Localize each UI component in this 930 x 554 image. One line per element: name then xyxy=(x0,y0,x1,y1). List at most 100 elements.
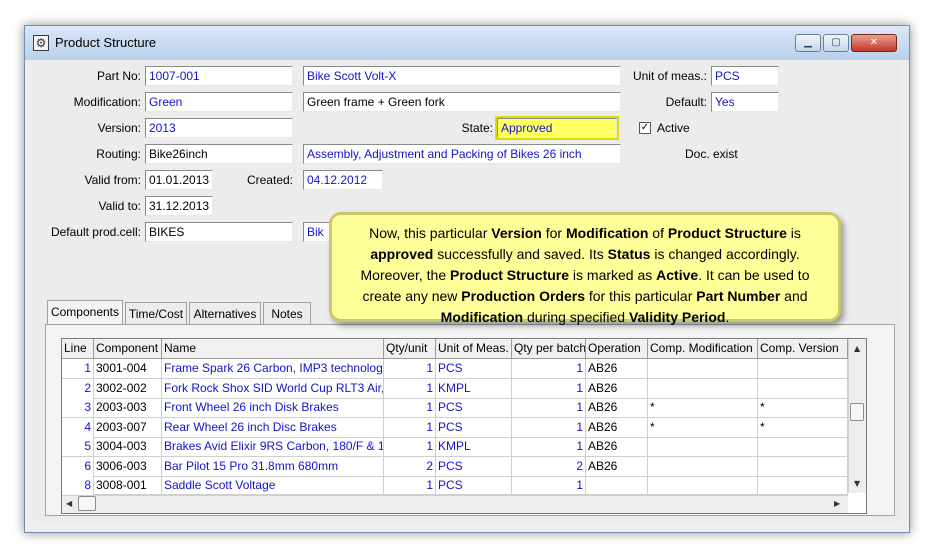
minimize-button[interactable]: ▁ xyxy=(795,34,821,52)
scroll-down-icon[interactable]: ▼ xyxy=(854,479,860,488)
components-grid[interactable]: ▲ ▼ ◀ ▶ Line Component Name Qty/unit Unit of… xyxy=(61,338,867,514)
cell-component[interactable]: 3004-003 xyxy=(94,437,162,457)
cell-line[interactable]: 2 xyxy=(62,378,94,399)
cell-unit[interactable]: KMPL xyxy=(436,378,512,399)
cell-comp-version[interactable] xyxy=(758,378,848,399)
cell-name[interactable]: Brakes Avid Elixir 9RS Carbon, 180/F & 1… xyxy=(162,437,384,457)
cell-qty-unit[interactable]: 1 xyxy=(384,417,436,438)
cell-line[interactable]: 4 xyxy=(62,417,94,438)
cell-comp-version[interactable] xyxy=(758,437,848,457)
cell-operation[interactable]: AB26 xyxy=(586,417,648,438)
cell-line[interactable]: 3 xyxy=(62,398,94,418)
cell-line[interactable]: 6 xyxy=(62,456,94,477)
cell-comp-modification[interactable] xyxy=(648,476,758,496)
maximize-button[interactable]: ▢ xyxy=(823,34,849,52)
routing-field[interactable]: Bike26inch xyxy=(145,144,293,164)
cell-unit[interactable]: PCS xyxy=(436,476,512,496)
cell-qty-batch[interactable]: 1 xyxy=(512,476,586,496)
cell-operation[interactable] xyxy=(586,476,648,496)
cell-component[interactable]: 3008-001 xyxy=(94,476,162,496)
cell-unit[interactable]: PCS xyxy=(436,456,512,477)
cell-qty-batch[interactable]: 1 xyxy=(512,378,586,399)
cell-qty-unit[interactable]: 1 xyxy=(384,359,436,379)
cell-line[interactable]: 1 xyxy=(62,359,94,379)
cell-qty-batch[interactable]: 1 xyxy=(512,437,586,457)
cell-comp-version[interactable] xyxy=(758,476,848,496)
cell-name[interactable]: Rear Wheel 26 inch Disc Brakes xyxy=(162,417,384,438)
cell-qty-unit[interactable]: 2 xyxy=(384,456,436,477)
column-header-operation[interactable]: Operation xyxy=(586,339,648,359)
cell-comp-modification[interactable] xyxy=(648,437,758,457)
column-header-unit[interactable]: Unit of Meas. xyxy=(436,339,512,359)
cell-name[interactable]: Front Wheel 26 inch Disk Brakes xyxy=(162,398,384,418)
cell-qty-batch[interactable]: 1 xyxy=(512,359,586,379)
cell-unit[interactable]: PCS xyxy=(436,359,512,379)
column-header-qty-unit[interactable]: Qty/unit xyxy=(384,339,436,359)
vertical-scroll-thumb[interactable] xyxy=(850,403,864,421)
cell-component[interactable]: 3002-002 xyxy=(94,378,162,399)
tab-alternatives[interactable]: Alternatives xyxy=(189,302,261,324)
column-header-line[interactable]: Line xyxy=(62,339,94,359)
cell-comp-version[interactable]: * xyxy=(758,398,848,418)
routing-description-field[interactable]: Assembly, Adjustment and Packing of Bike… xyxy=(303,144,621,164)
cell-operation[interactable]: AB26 xyxy=(586,359,648,379)
cell-name[interactable]: Bar Pilot 15 Pro 31.8mm 680mm xyxy=(162,456,384,477)
tab-components[interactable]: Components xyxy=(47,300,123,325)
valid-to-field[interactable]: 31.12.2013 xyxy=(145,196,213,216)
close-button[interactable]: ✕ xyxy=(851,34,897,52)
cell-comp-modification[interactable] xyxy=(648,378,758,399)
cell-comp-modification[interactable]: * xyxy=(648,417,758,438)
cell-component[interactable]: 3001-004 xyxy=(94,359,162,379)
cell-comp-version[interactable] xyxy=(758,359,848,379)
cell-line[interactable]: 8 xyxy=(62,476,94,496)
state-field[interactable]: Approved xyxy=(495,116,619,140)
unit-field[interactable]: PCS xyxy=(711,66,779,86)
cell-comp-version[interactable] xyxy=(758,456,848,477)
column-header-comp-modification[interactable]: Comp. Modification xyxy=(648,339,758,359)
horizontal-scroll-thumb[interactable] xyxy=(78,496,96,511)
part-description-field[interactable]: Bike Scott Volt-X xyxy=(303,66,621,86)
active-checkbox[interactable]: ✓ xyxy=(639,122,651,134)
cell-name[interactable]: Saddle Scott Voltage xyxy=(162,476,384,496)
cell-name[interactable]: Fork Rock Shox SID World Cup RLT3 Air, xyxy=(162,378,384,399)
cell-component[interactable]: 3006-003 xyxy=(94,456,162,477)
default-prod-cell-field[interactable]: BIKES xyxy=(145,222,293,242)
cell-line[interactable]: 5 xyxy=(62,437,94,457)
cell-unit[interactable]: PCS xyxy=(436,398,512,418)
cell-qty-unit[interactable]: 1 xyxy=(384,378,436,399)
cell-operation[interactable]: AB26 xyxy=(586,398,648,418)
vertical-scrollbar[interactable]: ▲ ▼ xyxy=(848,339,866,493)
modification-field[interactable]: Green xyxy=(145,92,293,112)
tab-notes[interactable]: Notes xyxy=(263,302,311,324)
created-field[interactable]: 04.12.2012 xyxy=(303,170,383,190)
cell-comp-modification[interactable]: * xyxy=(648,398,758,418)
cell-qty-batch[interactable]: 1 xyxy=(512,417,586,438)
cell-component[interactable]: 2003-003 xyxy=(94,398,162,418)
cell-qty-batch[interactable]: 1 xyxy=(512,398,586,418)
cell-operation[interactable]: AB26 xyxy=(586,378,648,399)
column-header-component[interactable]: Component xyxy=(94,339,162,359)
cell-qty-unit[interactable]: 1 xyxy=(384,476,436,496)
cell-qty-unit[interactable]: 1 xyxy=(384,398,436,418)
cell-name[interactable]: Frame Spark 26 Carbon, IMP3 technology xyxy=(162,359,384,379)
title-bar[interactable]: ⚙ Product Structure ▁ ▢ ✕ xyxy=(25,26,909,60)
cell-unit[interactable]: PCS xyxy=(436,417,512,438)
scroll-right-icon[interactable]: ▶ xyxy=(834,499,840,508)
tab-time-cost[interactable]: Time/Cost xyxy=(125,302,187,324)
scroll-left-icon[interactable]: ◀ xyxy=(66,499,72,508)
cell-unit[interactable]: KMPL xyxy=(436,437,512,457)
version-field[interactable]: 2013 xyxy=(145,118,293,138)
cell-comp-modification[interactable] xyxy=(648,359,758,379)
modification-description-field[interactable]: Green frame + Green fork xyxy=(303,92,621,112)
default-field[interactable]: Yes xyxy=(711,92,779,112)
cell-operation[interactable]: AB26 xyxy=(586,437,648,457)
part-no-field[interactable]: 1007-001 xyxy=(145,66,293,86)
scroll-up-icon[interactable]: ▲ xyxy=(854,344,860,353)
cell-comp-version[interactable]: * xyxy=(758,417,848,438)
cell-qty-batch[interactable]: 2 xyxy=(512,456,586,477)
cell-comp-modification[interactable] xyxy=(648,456,758,477)
column-header-name[interactable]: Name xyxy=(162,339,384,359)
cell-operation[interactable]: AB26 xyxy=(586,456,648,477)
horizontal-scrollbar[interactable]: ◀ ▶ xyxy=(62,494,848,513)
column-header-comp-version[interactable]: Comp. Version xyxy=(758,339,848,359)
